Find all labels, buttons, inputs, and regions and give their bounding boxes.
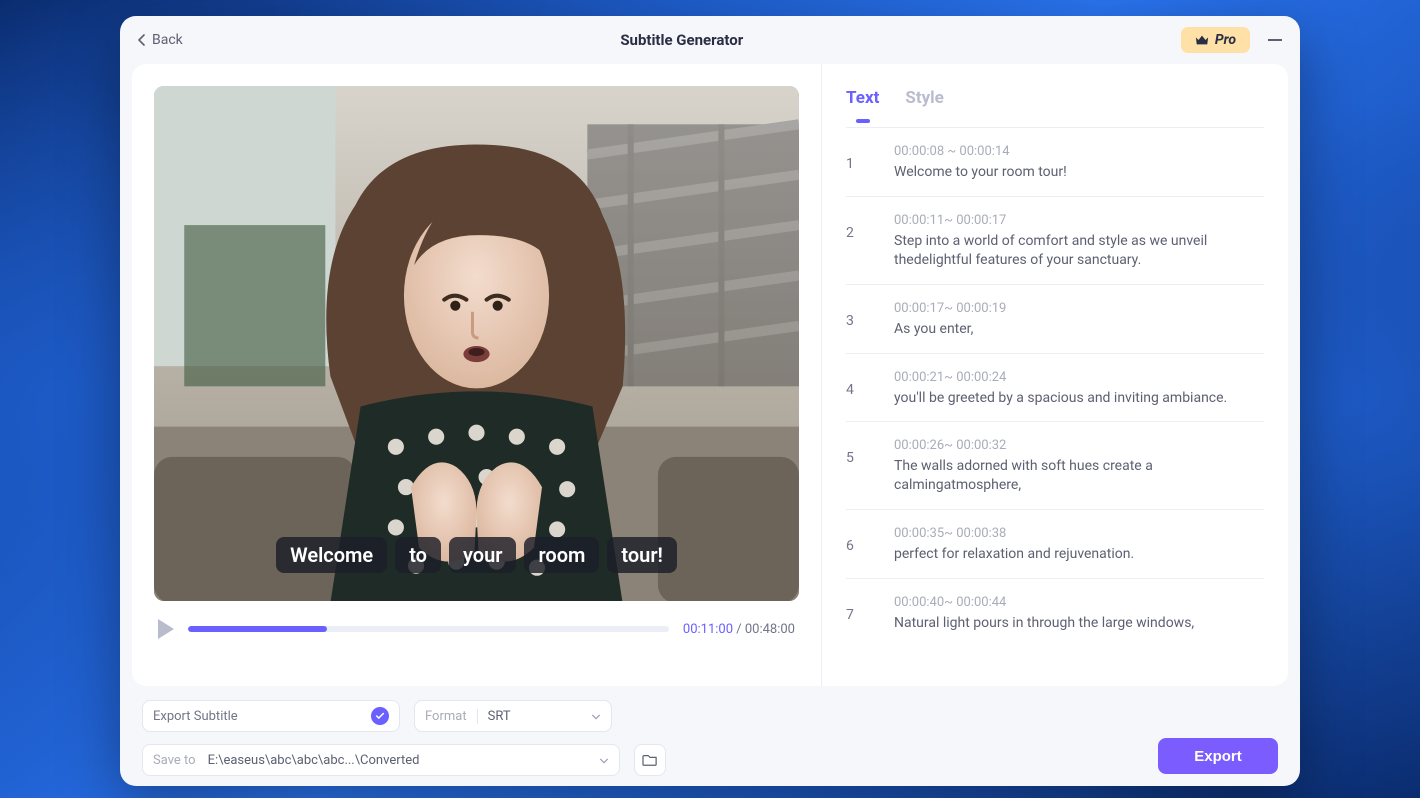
subtitle-text: The walls adorned with soft hues create … bbox=[894, 457, 1264, 495]
export-settings: Export Subtitle Format SRT Save to E:\ea bbox=[142, 700, 1140, 768]
time-separator: / bbox=[733, 622, 745, 637]
subtitle-time: 00:00:40~ 00:00:44 bbox=[894, 595, 1264, 610]
format-label: Format bbox=[425, 709, 478, 724]
player-controls: 00:11:00 / 00:48:00 bbox=[154, 601, 799, 641]
chevron-left-icon bbox=[138, 34, 146, 46]
check-icon bbox=[371, 707, 389, 725]
progress-bar[interactable] bbox=[188, 626, 669, 632]
pro-label: Pro bbox=[1215, 32, 1236, 48]
format-value: SRT bbox=[488, 709, 581, 724]
subtitle-item[interactable]: 1 00:00:08 ~ 00:00:14 Welcome to your ro… bbox=[846, 127, 1264, 196]
subtitle-index: 2 bbox=[846, 213, 870, 270]
subtitle-overlay: Welcome to your room tour! bbox=[154, 537, 799, 573]
tabs: Text Style bbox=[822, 64, 1288, 118]
format-select[interactable]: Format SRT bbox=[414, 700, 612, 732]
subtitle-index: 1 bbox=[846, 144, 870, 182]
current-time: 00:11:00 bbox=[683, 622, 733, 637]
back-button[interactable]: Back bbox=[138, 32, 183, 48]
time-display: 00:11:00 / 00:48:00 bbox=[683, 622, 795, 637]
bottom-bar: Export Subtitle Format SRT Save to E:\ea bbox=[120, 686, 1300, 786]
subtitle-index: 5 bbox=[846, 438, 870, 495]
subtitle-text: Natural light pours in through the large… bbox=[894, 614, 1264, 633]
crown-icon bbox=[1195, 33, 1209, 47]
export-type-select[interactable]: Export Subtitle bbox=[142, 700, 400, 732]
subtitle-text: Step into a world of comfort and style a… bbox=[894, 232, 1264, 270]
subtitle-item[interactable]: 7 00:00:40~ 00:00:44 Natural light pours… bbox=[846, 578, 1264, 647]
tab-indicator bbox=[846, 118, 1264, 127]
titlebar: Back Subtitle Generator Pro bbox=[120, 16, 1300, 64]
total-time: 00:48:00 bbox=[745, 622, 795, 637]
open-folder-button[interactable] bbox=[634, 744, 666, 776]
subtitle-text: you'll be greeted by a spacious and invi… bbox=[894, 389, 1264, 408]
chevron-down-icon bbox=[599, 755, 609, 765]
back-label: Back bbox=[152, 32, 183, 48]
saveto-value: E:\easeus\abc\abc\abc...\Converted bbox=[208, 753, 587, 768]
saveto-select[interactable]: Save to E:\easeus\abc\abc\abc...\Convert… bbox=[142, 744, 620, 776]
subtitle-time: 00:00:11~ 00:00:17 bbox=[894, 213, 1264, 228]
subtitle-index: 6 bbox=[846, 526, 870, 564]
chevron-down-icon bbox=[591, 711, 601, 721]
subtitle-word: your bbox=[449, 537, 516, 573]
subtitle-list[interactable]: 1 00:00:08 ~ 00:00:14 Welcome to your ro… bbox=[822, 127, 1288, 686]
subtitle-item[interactable]: 3 00:00:17~ 00:00:19 As you enter, bbox=[846, 284, 1264, 353]
pro-badge[interactable]: Pro bbox=[1181, 27, 1250, 53]
content: Welcome to your room tour! 00:11:00 / 00… bbox=[132, 64, 1288, 686]
video-frame-illustration bbox=[154, 86, 799, 601]
export-type-label: Export Subtitle bbox=[153, 709, 238, 724]
folder-icon bbox=[642, 753, 658, 767]
subtitle-time: 00:00:35~ 00:00:38 bbox=[894, 526, 1264, 541]
subtitle-index: 7 bbox=[846, 595, 870, 633]
export-button[interactable]: Export bbox=[1158, 738, 1278, 774]
tab-style[interactable]: Style bbox=[905, 88, 943, 118]
title-right: Pro bbox=[1181, 27, 1282, 53]
subtitle-index: 4 bbox=[846, 370, 870, 408]
subtitle-time: 00:00:08 ~ 00:00:14 bbox=[894, 144, 1264, 159]
right-pane: Text Style 1 00:00:08 ~ 00:00:14 Welcome… bbox=[822, 64, 1288, 686]
subtitle-text: Welcome to your room tour! bbox=[894, 163, 1264, 182]
progress-fill bbox=[188, 626, 327, 632]
subtitle-item[interactable]: 4 00:00:21~ 00:00:24 you'll be greeted b… bbox=[846, 353, 1264, 422]
subtitle-word: tour! bbox=[607, 537, 677, 573]
app-window: Back Subtitle Generator Pro bbox=[120, 16, 1300, 786]
subtitle-word: room bbox=[524, 537, 599, 573]
minimize-button[interactable] bbox=[1268, 39, 1282, 41]
tab-text[interactable]: Text bbox=[846, 88, 879, 118]
subtitle-time: 00:00:21~ 00:00:24 bbox=[894, 370, 1264, 385]
subtitle-item[interactable]: 2 00:00:11~ 00:00:17 Step into a world o… bbox=[846, 196, 1264, 284]
saveto-label: Save to bbox=[153, 753, 196, 768]
subtitle-index: 3 bbox=[846, 301, 870, 339]
video-preview[interactable]: Welcome to your room tour! bbox=[154, 86, 799, 601]
subtitle-item[interactable]: 6 00:00:35~ 00:00:38 perfect for relaxat… bbox=[846, 509, 1264, 578]
subtitle-time: 00:00:26~ 00:00:32 bbox=[894, 438, 1264, 453]
play-button[interactable] bbox=[158, 619, 174, 639]
subtitle-text: perfect for relaxation and rejuvenation. bbox=[894, 545, 1264, 564]
subtitle-text: As you enter, bbox=[894, 320, 1264, 339]
subtitle-word: to bbox=[395, 537, 441, 573]
subtitle-item[interactable]: 5 00:00:26~ 00:00:32 The walls adorned w… bbox=[846, 421, 1264, 509]
subtitle-time: 00:00:17~ 00:00:19 bbox=[894, 301, 1264, 316]
subtitle-word: Welcome bbox=[276, 537, 387, 573]
left-pane: Welcome to your room tour! 00:11:00 / 00… bbox=[132, 64, 822, 686]
page-title: Subtitle Generator bbox=[183, 31, 1181, 49]
